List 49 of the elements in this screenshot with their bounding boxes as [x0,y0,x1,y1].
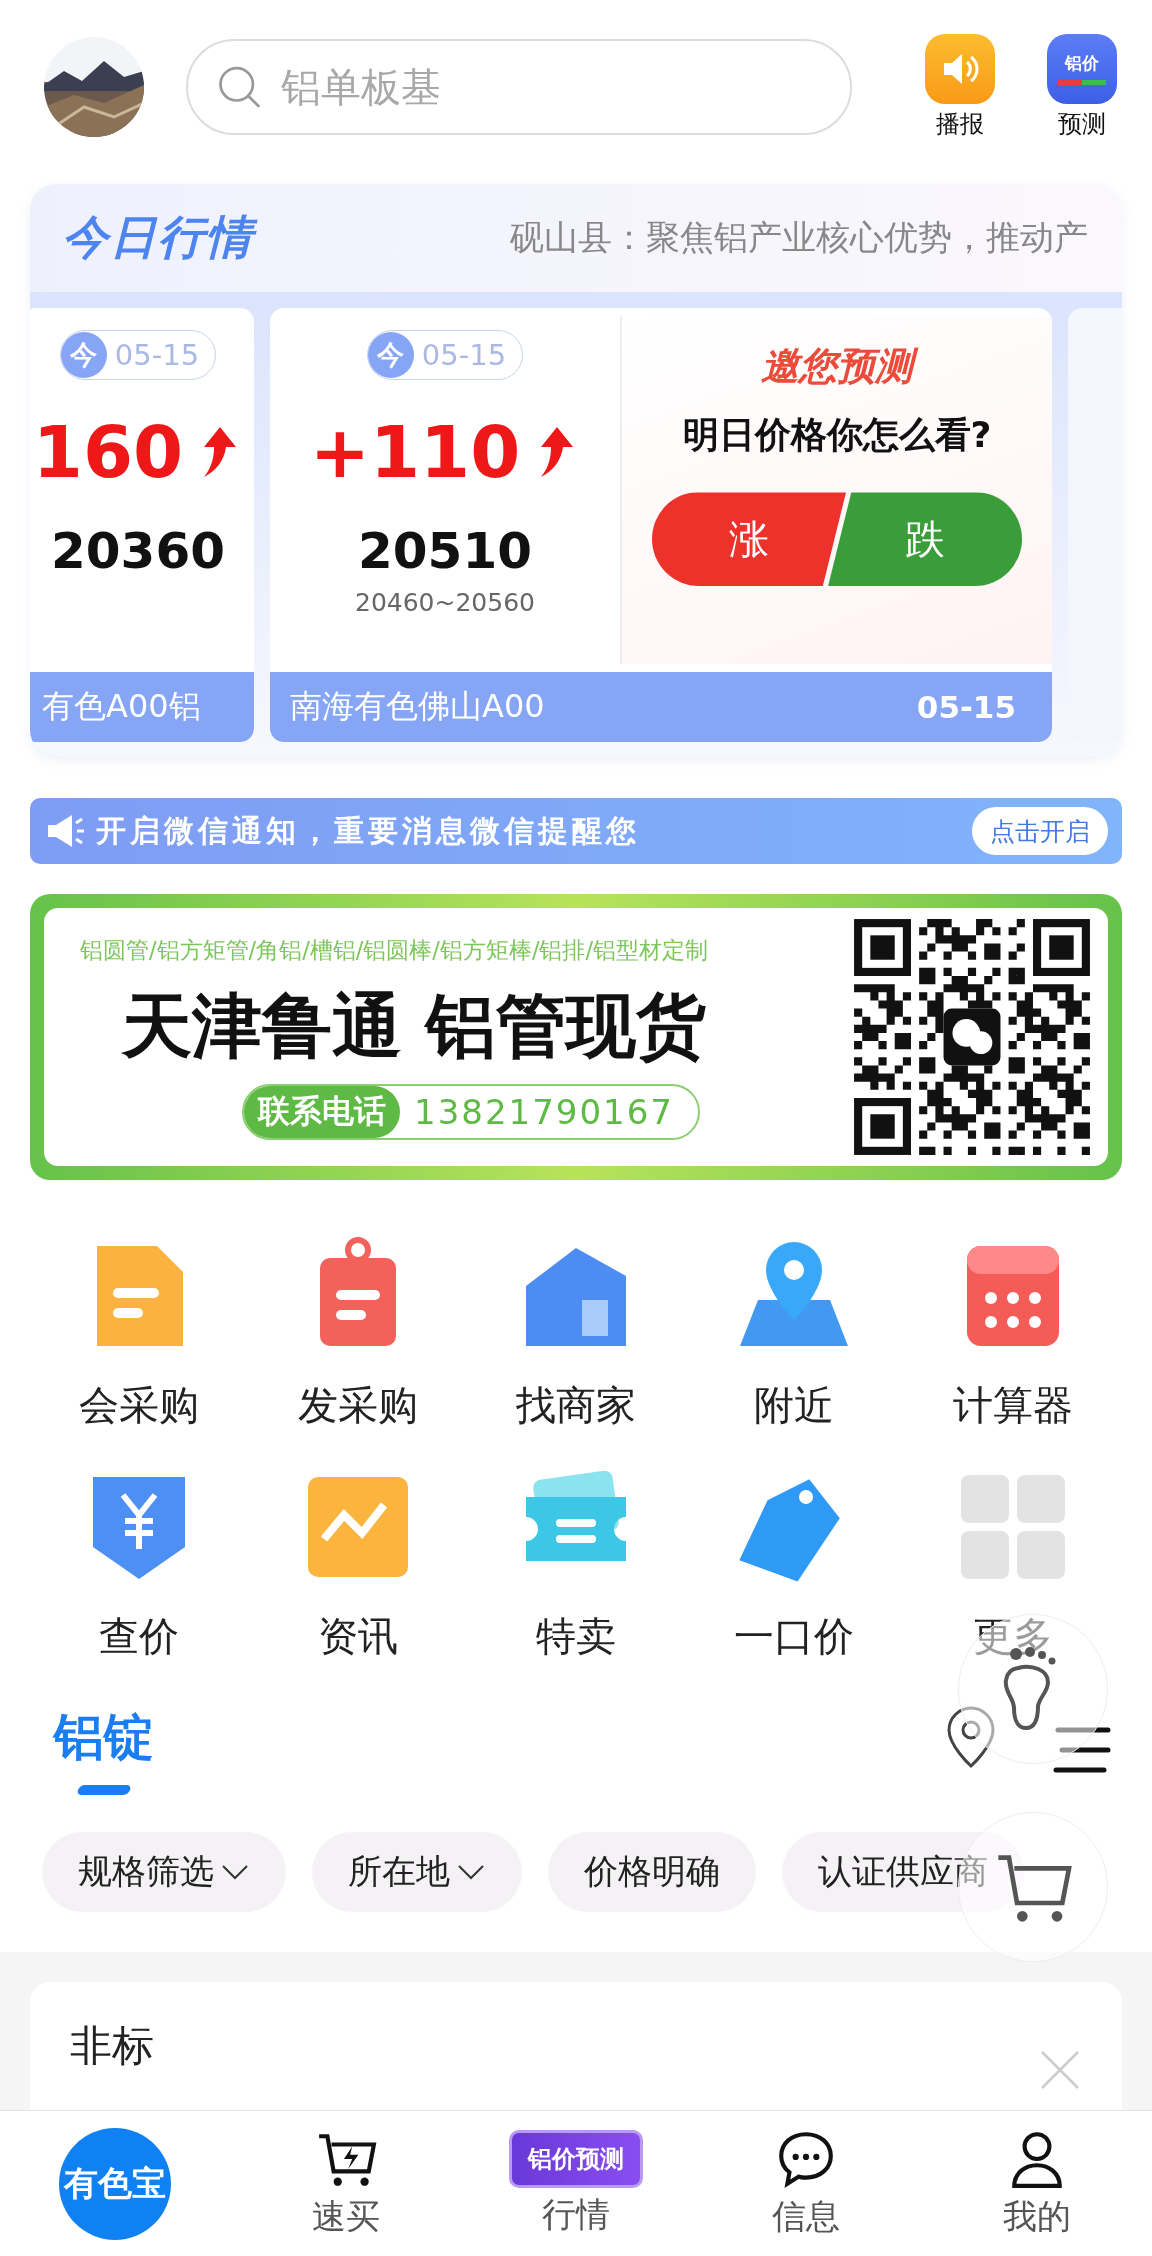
cart-tab[interactable]: 速买 [230,2127,461,2240]
market-name: 有色A00铝 [42,686,201,727]
price: 20360 [51,522,225,580]
user-tab[interactable]: 我的 [921,2127,1152,2240]
date-tag: 今 05-15 [366,330,524,380]
price-change: 160 [32,410,184,494]
caret-icon [220,1862,250,1882]
speaker-icon [925,34,995,104]
enable-button[interactable]: 点击开启 [972,807,1108,855]
market-tab[interactable]: 铝价预测 行情 [460,2129,692,2238]
service-item[interactable]: 找商家 [466,1236,686,1433]
filter-chip[interactable]: 所在地 [312,1832,522,1912]
speaker-button[interactable]: 播报 [920,34,1000,140]
quote-card[interactable]: 今 05-15 160 20360 有色A00铝 [30,308,254,742]
filter-chip[interactable]: 规格筛选 [42,1832,286,1912]
service-item[interactable]: 发采购 [248,1236,467,1433]
forecast-button[interactable]: 铝价 预测 [1042,34,1122,140]
rise-button[interactable]: 涨 [652,492,846,587]
service-item[interactable]: 附近 [685,1236,904,1433]
price-range: 20460~20560 [355,588,535,617]
listing-title: 非标 [70,2020,154,2072]
quote-date: 05-15 [916,689,1016,725]
filter-chip[interactable]: 价格明确 [548,1832,756,1912]
chat-tab[interactable]: 信息 [691,2127,922,2240]
service-item[interactable]: 特卖 [466,1467,686,1664]
search-input[interactable]: 铝单板基 [278,63,850,111]
caret-icon [456,1862,486,1882]
service-item[interactable]: 查价 [30,1467,249,1664]
home-tab[interactable]: 有色宝 [59,2127,172,2240]
date-tag: 今 05-15 [59,330,217,380]
notice-text: 开启微信通知，重要消息微信提醒您 [96,811,641,850]
quote-card[interactable]: 今 05-15 +110 20510 20460~20560 邀您预测 明日价格你怎么看? 涨 跌 南海有色佛山A00 05-15 [270,308,1052,742]
search-field[interactable]: 铝单板基 [186,39,852,135]
ad-banner[interactable]: 铝圆管/铝方矩管/角铝/槽铝/铝圆棒/铝方矩棒/铝排/铝型材定制 天津鲁通 铝管现货 联系电话 13821790167 [30,894,1122,1180]
prediction-question: 明日价格你怎么看? [682,413,992,458]
service-item[interactable]: 计算器 [903,1236,1122,1433]
phone-label: 联系电话 13821790167 [242,1083,700,1140]
ad-headline: 天津鲁通 铝管现货 [122,983,707,1069]
service-item[interactable]: 资讯 [248,1467,467,1664]
service-item[interactable]: 会采购 [30,1236,249,1433]
price-change: +110 [309,410,521,494]
category-tab[interactable]: 铝锭 [54,1704,154,1795]
price-board-icon: 铝价 [1047,34,1117,104]
price: 20510 [358,522,532,580]
service-item[interactable]: 一口价 [685,1467,904,1664]
market-name: 南海有色佛山A00 [290,686,545,727]
ad-tagline: 铝圆管/铝方矩管/角铝/槽铝/铝圆棒/铝方矩棒/铝排/铝型材定制 [80,935,709,965]
prediction-title: 邀您预测 [751,338,923,396]
filter-chip[interactable]: 认证供应商 [782,1832,1024,1912]
